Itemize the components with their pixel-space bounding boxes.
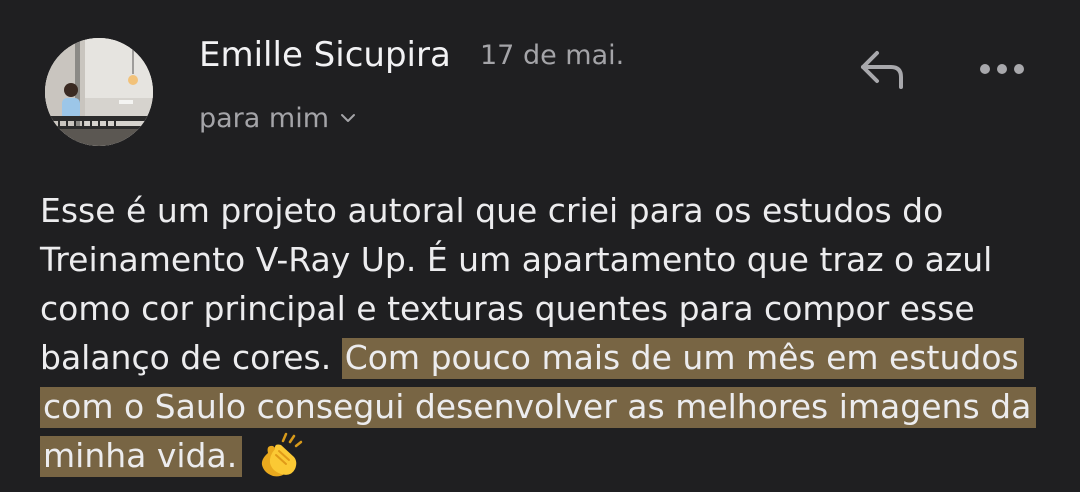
email-date: 17 de mai.: [480, 40, 625, 71]
recipient-label: para mim: [199, 102, 330, 134]
sender-name[interactable]: Emille Sicupira: [199, 33, 451, 77]
more-horizontal-dots-icon: [980, 64, 1024, 74]
chevron-down-icon: [341, 114, 356, 122]
sender-avatar-photo: [45, 38, 153, 146]
message-body: Esse é um projeto autoral que criei para…: [40, 186, 1070, 492]
reply-button[interactable]: [848, 42, 916, 96]
sender-avatar[interactable]: [45, 38, 153, 146]
reply-arrow-icon: [861, 51, 903, 89]
recipient-details-toggle[interactable]: para mim: [199, 98, 357, 138]
clapping-hands-emoji: [256, 431, 306, 492]
more-options-button[interactable]: [966, 46, 1038, 92]
